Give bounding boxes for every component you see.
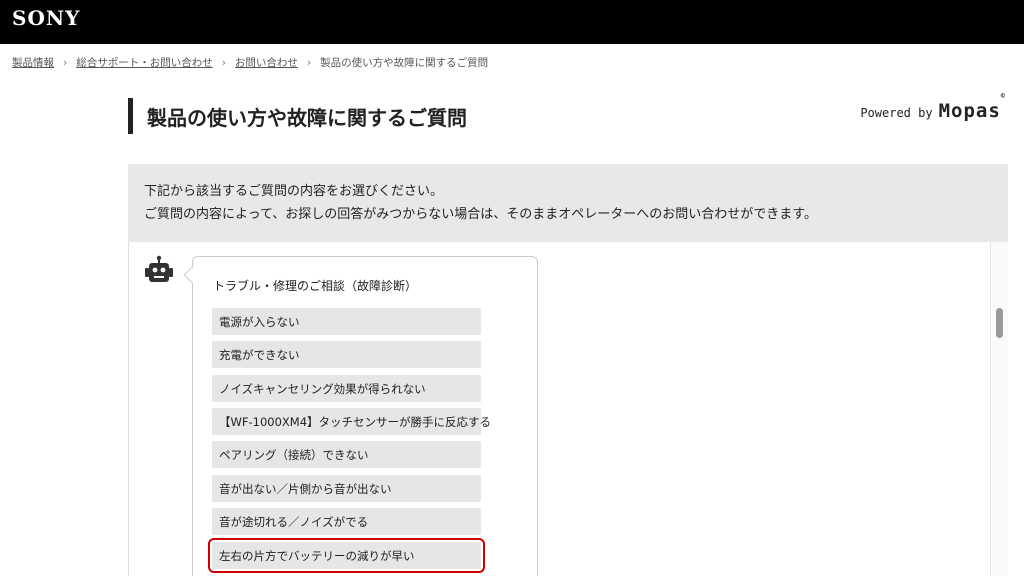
option-no-power[interactable]: 電源が入らない <box>212 308 481 335</box>
breadcrumb-current: 製品の使い方や故障に関するご質問 <box>320 57 489 69</box>
breadcrumb-link-products[interactable]: 製品情報 <box>12 55 54 70</box>
page-title-block: 製品の使い方や故障に関するご質問 <box>128 98 467 134</box>
robot-icon <box>145 255 173 282</box>
breadcrumb-separator: › <box>63 56 68 69</box>
mopas-logo: Mopas© <box>938 92 1006 122</box>
page-title: 製品の使い方や故障に関するご質問 <box>147 105 467 130</box>
top-bar: SONY <box>0 0 1024 44</box>
instruction-line-1: 下記から該当するご質問の内容をお選びください。 <box>144 184 444 199</box>
breadcrumb-separator: › <box>306 56 312 69</box>
breadcrumb: 製品情報 › 総合サポート・お問い合わせ › お問い合わせ › 製品の使い方や故… <box>12 55 488 70</box>
breadcrumb-link-contact[interactable]: お問い合わせ <box>235 55 298 70</box>
chat-heading: トラブル・修理のご相談（故障診断） <box>213 279 418 293</box>
option-battery-drain[interactable]: 左右の片方でバッテリーの減りが早い <box>208 538 485 573</box>
powered-by-label: Powered by <box>860 106 933 120</box>
option-noise-cancel[interactable]: ノイズキャンセリング効果が得られない <box>212 375 481 402</box>
scrollbar-thumb[interactable] <box>996 308 1003 338</box>
sony-logo[interactable]: SONY <box>12 6 80 30</box>
bubble-tail <box>183 266 201 284</box>
scrollbar[interactable] <box>990 242 1008 576</box>
breadcrumb-separator: › <box>221 56 226 69</box>
chat-area: トラブル・修理のご相談（故障診断） 電源が入らない 充電ができない ノイズキャン… <box>128 242 1008 576</box>
option-pairing[interactable]: ペアリング（接続）できない <box>212 441 481 468</box>
option-touch-sensor[interactable]: 【WF-1000XM4】タッチセンサーが勝手に反応する <box>212 408 491 435</box>
option-no-sound[interactable]: 音が出ない／片側から音が出ない <box>212 475 481 502</box>
breadcrumb-link-support[interactable]: 総合サポート・お問い合わせ <box>76 55 213 70</box>
option-cannot-charge[interactable]: 充電ができない <box>212 341 481 368</box>
option-sound-drops[interactable]: 音が途切れる／ノイズがでる <box>212 508 481 535</box>
instruction-panel: 下記から該当するご質問の内容をお選びください。 ご質問の内容によって、お探しの回… <box>128 164 1008 242</box>
chat-bubble: トラブル・修理のご相談（故障診断） 電源が入らない 充電ができない ノイズキャン… <box>183 256 538 576</box>
instruction-line-2: ご質問の内容によって、お探しの回答がみつからない場合は、そのままオペレーターへの… <box>144 207 818 222</box>
powered-by-mopas: Powered by Mopas© <box>860 92 1006 122</box>
